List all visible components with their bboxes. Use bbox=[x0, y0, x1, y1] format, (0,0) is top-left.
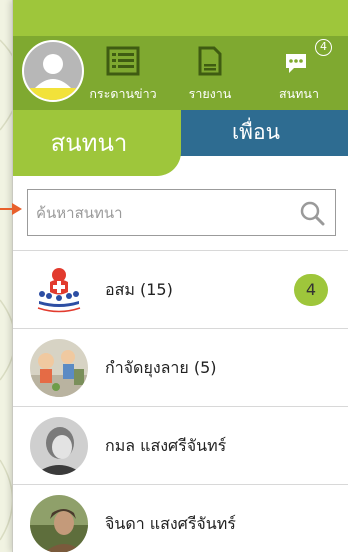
tab-friends[interactable]: เพื่อน bbox=[163, 110, 348, 156]
chat-name: กำจัดยุงลาย (5) bbox=[105, 358, 217, 377]
unread-count-badge: 4 bbox=[294, 274, 328, 306]
osm-logo bbox=[30, 261, 88, 319]
chat-row-kamol[interactable]: กมล แสงศรีจันทร์ bbox=[13, 407, 348, 485]
search-box bbox=[27, 189, 336, 236]
profile-avatar[interactable] bbox=[22, 40, 84, 102]
app-header: กระดานข่าว รายงาน 4 สนทนา bbox=[13, 36, 348, 110]
cartoon-image-icon bbox=[30, 339, 88, 397]
nav-chat[interactable]: 4 สนทนา bbox=[263, 39, 335, 106]
chat-app-panel: กระดานข่าว รายงาน 4 สนทนา เพื่อน สนทนา ค… bbox=[12, 0, 348, 552]
chat-name: อสม (15) bbox=[105, 280, 173, 299]
pointer-arrow-icon bbox=[0, 203, 22, 215]
contact-photo bbox=[30, 417, 88, 475]
user-icon bbox=[24, 42, 82, 100]
nav-newsboard-label: กระดานข่าว bbox=[89, 86, 157, 101]
chat-row-osm[interactable]: อสม (15) 4 bbox=[13, 251, 348, 329]
chat-name: กมล แสงศรีจันทร์ bbox=[105, 436, 227, 455]
search-input[interactable] bbox=[28, 190, 288, 235]
chat-notification-badge: 4 bbox=[315, 39, 332, 56]
report-icon bbox=[198, 46, 222, 76]
nav-newsboard[interactable]: กระดานข่าว bbox=[81, 46, 165, 106]
person-photo-icon bbox=[30, 417, 88, 475]
group-photo bbox=[30, 339, 88, 397]
nav-report[interactable]: รายงาน bbox=[180, 46, 240, 106]
chat-row-jinda[interactable]: จินดา แสงศรีจันทร์ bbox=[13, 485, 348, 552]
nav-report-label: รายงาน bbox=[188, 86, 232, 101]
status-bar bbox=[13, 0, 348, 36]
search-icon[interactable] bbox=[299, 200, 325, 226]
primary-health-care-logo-icon bbox=[30, 261, 88, 319]
contact-photo bbox=[30, 495, 88, 552]
chat-name: จินดา แสงศรีจันทร์ bbox=[105, 514, 236, 533]
person-photo-icon bbox=[30, 495, 88, 552]
newsboard-icon bbox=[106, 46, 140, 76]
chat-list: อสม (15) 4 กำจัดยุงลาย (5) กมล แสงศรีจัน… bbox=[13, 250, 348, 552]
tab-chat[interactable]: สนทนา bbox=[13, 110, 181, 176]
nav-chat-label: สนทนา bbox=[279, 86, 319, 101]
chat-row-mosquito[interactable]: กำจัดยุงลาย (5) bbox=[13, 329, 348, 407]
tab-bar: เพื่อน สนทนา bbox=[13, 110, 348, 178]
chat-icon bbox=[286, 54, 306, 73]
